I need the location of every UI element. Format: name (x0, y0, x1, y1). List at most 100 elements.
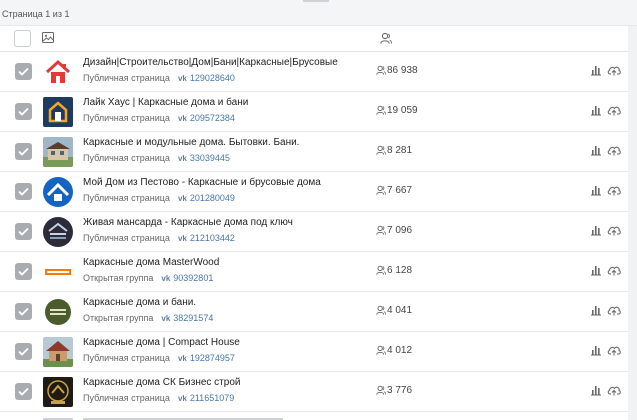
row-checkbox[interactable] (15, 263, 32, 280)
bar-chart-icon[interactable] (590, 304, 602, 316)
table-row[interactable]: Каркасные дома и бани. Открытая группа vk… (0, 292, 628, 332)
community-title[interactable]: Дизайн|Строительство|Дом|Бани|Каркасные|… (83, 57, 338, 68)
vk-id-link[interactable]: 90392801 (173, 273, 213, 283)
user-icon[interactable] (380, 32, 392, 44)
cloud-upload-icon[interactable] (607, 144, 621, 156)
vk-icon: vk (177, 234, 187, 243)
mansard-logo (43, 217, 73, 247)
vk-icon: vk (177, 74, 187, 83)
member-count: 6 128 (376, 265, 412, 276)
table-row[interactable]: Лайк Хаус | Каркасные дома и бани Публич… (0, 92, 628, 132)
community-type: Публичная страница (83, 233, 170, 243)
community-list: Дизайн|Строительство|Дом|Бани|Каркасные|… (0, 52, 628, 420)
row-checkbox[interactable] (15, 143, 32, 160)
cloud-upload-icon[interactable] (607, 64, 621, 76)
bar-chart-icon[interactable] (590, 64, 602, 76)
community-meta: Публичная страница vk 209572384 (83, 113, 235, 123)
cloud-upload-icon[interactable] (607, 224, 621, 236)
member-count-value: 4 041 (387, 305, 413, 316)
community-title[interactable]: Каркасные дома MasterWood (83, 257, 219, 268)
row-checkbox[interactable] (15, 303, 32, 320)
community-meta: Публичная страница vk 211651079 (83, 393, 234, 403)
member-count-value: 4 012 (387, 345, 413, 356)
row-checkbox[interactable] (15, 343, 32, 360)
vk-id-link[interactable]: 201280049 (190, 193, 235, 203)
table-row[interactable]: Живая мансарда - Каркасные дома под ключ… (0, 212, 628, 252)
community-title[interactable]: Каркасные дома и бани. (83, 297, 196, 308)
community-type: Открытая группа (83, 313, 154, 323)
community-meta: Публичная страница vk 129028640 (83, 73, 235, 83)
member-count-value: 3 776 (387, 385, 413, 396)
cloud-upload-icon[interactable] (607, 104, 621, 116)
select-all-checkbox[interactable] (14, 30, 31, 47)
community-meta: Публичная страница vk 212103442 (83, 233, 235, 243)
member-count: 3 776 (376, 385, 412, 396)
row-checkbox[interactable] (15, 223, 32, 240)
member-count: 19 059 (376, 105, 418, 116)
member-count: 4 041 (376, 305, 412, 316)
community-type: Публичная страница (83, 353, 170, 363)
blue-roof-logo (43, 177, 73, 207)
vk-id-link[interactable]: 211651079 (190, 393, 234, 403)
member-count: 4 012 (376, 345, 412, 356)
bar-chart-icon[interactable] (590, 104, 602, 116)
vk-id-link[interactable]: 33039445 (190, 153, 230, 163)
image-icon (42, 32, 54, 43)
table-row[interactable]: Мой Дом из Пестово - Каркасные и брусовы… (0, 172, 628, 212)
scrollbar[interactable] (628, 26, 637, 420)
user-icon (376, 185, 386, 195)
community-meta: Публичная страница vk 33039445 (83, 153, 230, 163)
row-checkbox[interactable] (15, 103, 32, 120)
community-type: Публичная страница (83, 73, 170, 83)
cloud-upload-icon[interactable] (607, 384, 621, 396)
community-meta: Открытая группа vk 90392801 (83, 273, 213, 283)
community-type: Публичная страница (83, 113, 170, 123)
row-checkbox[interactable] (15, 183, 32, 200)
pagination-info: Страница 1 из 1 (2, 9, 70, 19)
community-title[interactable]: Мой Дом из Пестово - Каркасные и брусовы… (83, 177, 321, 188)
user-icon (376, 225, 386, 235)
member-count: 7 096 (376, 225, 412, 236)
row-checkbox[interactable] (15, 383, 32, 400)
cloud-upload-icon[interactable] (607, 344, 621, 356)
community-title[interactable]: Каркасные дома СК Бизнес строй (83, 377, 240, 388)
biznes-stroy-logo (43, 377, 73, 407)
bar-chart-icon[interactable] (590, 184, 602, 196)
vk-id-link[interactable]: 212103442 (190, 233, 235, 243)
community-type: Публичная страница (83, 193, 170, 203)
vk-id-link[interactable]: 192874957 (190, 353, 235, 363)
community-title[interactable]: Лайк Хаус | Каркасные дома и бани (83, 97, 248, 108)
like-house-logo (43, 97, 73, 127)
vk-id-link[interactable]: 38291574 (173, 313, 213, 323)
member-count: 7 667 (376, 185, 412, 196)
member-count-value: 19 059 (387, 105, 418, 116)
table-row[interactable]: Каркасные дома | Compact House Публичная… (0, 332, 628, 372)
cloud-upload-icon[interactable] (607, 304, 621, 316)
compact-house-photo (43, 337, 73, 367)
vk-icon: vk (161, 314, 171, 323)
vk-id-link[interactable]: 129028640 (190, 73, 235, 83)
table-row[interactable]: Дизайн|Строительство|Дом|Бани|Каркасные|… (0, 52, 628, 92)
community-title[interactable]: Каркасные и модульные дома. Бытовки. Бан… (83, 137, 299, 148)
vk-icon: vk (177, 154, 187, 163)
bar-chart-icon[interactable] (590, 264, 602, 276)
masterwood-logo (43, 257, 73, 287)
vk-id-link[interactable]: 209572384 (190, 113, 235, 123)
community-title[interactable]: Живая мансарда - Каркасные дома под ключ (83, 217, 293, 228)
modular-house-photo (43, 137, 73, 167)
bar-chart-icon[interactable] (590, 344, 602, 356)
cloud-upload-icon[interactable] (607, 264, 621, 276)
bar-chart-icon[interactable] (590, 384, 602, 396)
member-count-value: 7 667 (387, 185, 413, 196)
community-title[interactable]: Каркасные дома | Compact House (83, 337, 240, 348)
table-row[interactable]: Каркасные дома MasterWood Открытая групп… (0, 252, 628, 292)
row-checkbox[interactable] (15, 63, 32, 80)
table-row[interactable]: Каркасные дома СК Бизнес строй Публичная… (0, 372, 628, 412)
bar-chart-icon[interactable] (590, 144, 602, 156)
vk-icon: vk (177, 354, 187, 363)
table-row[interactable]: Каркасные и модульные дома. Бытовки. Бан… (0, 132, 628, 172)
cloud-upload-icon[interactable] (607, 184, 621, 196)
bar-chart-icon[interactable] (590, 224, 602, 236)
vk-icon: vk (177, 114, 187, 123)
red-house-logo (43, 57, 73, 87)
